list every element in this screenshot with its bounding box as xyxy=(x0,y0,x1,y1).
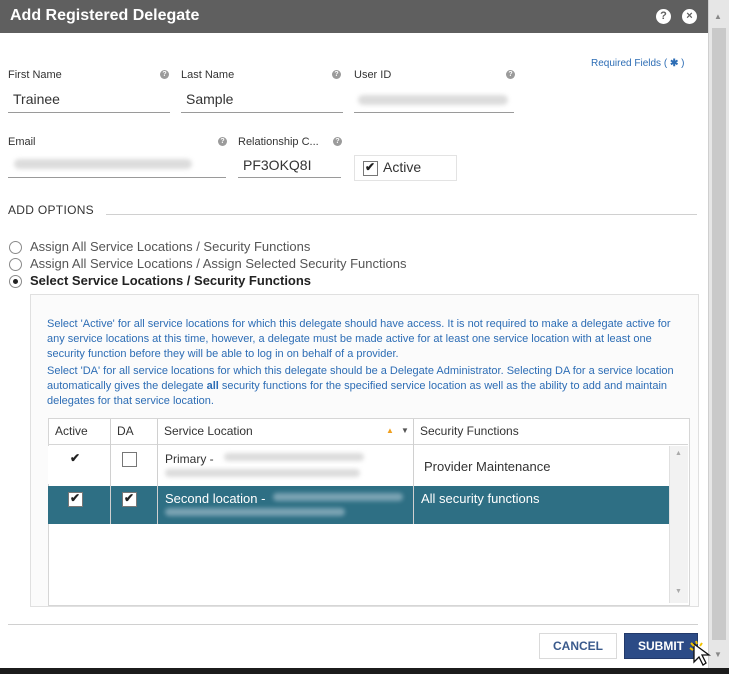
row-location-redacted xyxy=(224,453,364,461)
required-fields-note: Required Fields ( ✱ ) xyxy=(591,58,684,69)
column-header-da[interactable]: DA xyxy=(117,424,134,438)
scroll-down-icon[interactable]: ▼ xyxy=(714,650,722,659)
last-name-field[interactable]: Sample xyxy=(186,91,233,107)
column-divider xyxy=(413,419,414,524)
required-fields-label: Required Fields ( xyxy=(591,58,668,69)
row-security-functions: All security functions xyxy=(421,491,540,506)
check-icon: ✔ xyxy=(70,491,81,505)
grid-scroll-down-icon[interactable]: ▼ xyxy=(675,588,682,595)
last-name-underline xyxy=(181,112,343,113)
radio-assign-selected-functions[interactable] xyxy=(9,258,22,271)
first-name-label: First Name xyxy=(8,69,62,81)
email-underline xyxy=(8,177,226,178)
sort-ascending-icon[interactable]: ▲ xyxy=(386,426,394,435)
dialog: Add Registered Delegate ? × ▲ ▼ Required… xyxy=(0,0,729,674)
check-icon: ✔ xyxy=(124,491,135,505)
grid-header-divider xyxy=(48,444,688,445)
table-row-selected[interactable]: ✔ ✔ Second location - All security funct… xyxy=(48,486,669,524)
last-name-help-icon[interactable]: ? xyxy=(332,70,341,79)
submit-button[interactable]: SUBMIT xyxy=(624,633,698,659)
help-icon[interactable]: ? xyxy=(656,9,671,24)
filter-icon[interactable]: ▼ xyxy=(401,426,409,435)
check-icon: ✔ xyxy=(70,451,81,465)
column-header-active[interactable]: Active xyxy=(55,424,88,438)
last-name-label: Last Name xyxy=(181,69,235,81)
add-options-divider xyxy=(106,214,697,215)
info-da-text-bold: all xyxy=(206,380,219,392)
radio-select-locations-label[interactable]: Select Service Locations / Security Func… xyxy=(30,273,311,288)
email-help-icon[interactable]: ? xyxy=(218,137,227,146)
row-active-checkbox[interactable]: ✔ xyxy=(68,451,83,467)
active-checkbox-label: Active xyxy=(383,159,422,175)
dialog-title: Add Registered Delegate xyxy=(10,7,200,24)
add-options-heading: ADD OPTIONS xyxy=(8,203,94,217)
info-active-text: Select 'Active' for all service location… xyxy=(47,318,671,360)
column-header-service-location[interactable]: Service Location xyxy=(164,424,253,438)
first-name-underline xyxy=(8,112,170,113)
active-toggle[interactable]: ✔ Active xyxy=(354,155,457,181)
row-da-checkbox[interactable] xyxy=(122,452,137,467)
required-fields-close-paren: ) xyxy=(681,58,685,69)
check-icon: ✔ xyxy=(365,160,376,174)
first-name-field[interactable]: Trainee xyxy=(13,91,60,107)
row-active-checkbox[interactable]: ✔ xyxy=(68,491,83,507)
radio-assign-all[interactable] xyxy=(9,241,22,254)
radio-assign-selected-functions-label[interactable]: Assign All Service Locations / Assign Se… xyxy=(30,256,406,271)
scroll-up-icon[interactable]: ▲ xyxy=(714,12,722,21)
row-service-location: Primary - xyxy=(165,452,214,466)
scrollbar-thumb[interactable] xyxy=(712,28,726,640)
row-location-redacted-2 xyxy=(165,469,360,477)
relationship-code-label: Relationship C... xyxy=(238,136,319,148)
info-da-text: Select 'DA' for all service locations fo… xyxy=(47,364,687,409)
dialog-scrollbar[interactable]: ▲ ▼ xyxy=(708,0,729,668)
table-row[interactable]: ✔ Primary - Provider Maintenance xyxy=(48,446,668,484)
user-id-underline xyxy=(354,112,514,113)
column-header-security-functions[interactable]: Security Functions xyxy=(420,424,519,438)
radio-assign-all-label[interactable]: Assign All Service Locations / Security … xyxy=(30,239,310,254)
row-location-redacted xyxy=(273,493,403,501)
cancel-button[interactable]: CANCEL xyxy=(539,633,617,659)
required-star-icon: ✱ xyxy=(669,58,679,69)
row-da-checkbox[interactable]: ✔ xyxy=(122,491,137,507)
user-id-redacted xyxy=(358,95,508,105)
relationship-code-underline xyxy=(238,177,341,178)
window-bottom-edge xyxy=(0,668,729,674)
column-divider xyxy=(157,419,158,524)
active-checkbox[interactable]: ✔ xyxy=(363,160,378,176)
row-location-redacted-2 xyxy=(165,508,345,516)
column-divider xyxy=(110,419,111,524)
relationship-code-field[interactable]: PF3OKQ8I xyxy=(243,157,311,173)
footer-divider xyxy=(8,624,698,625)
user-id-label: User ID xyxy=(354,69,392,81)
title-bar: Add Registered Delegate ? × xyxy=(0,0,708,33)
row-service-location: Second location - xyxy=(165,491,266,506)
first-name-help-icon[interactable]: ? xyxy=(160,70,169,79)
row-security-functions: Provider Maintenance xyxy=(424,459,551,474)
grid-scroll-up-icon[interactable]: ▲ xyxy=(675,450,682,457)
email-redacted xyxy=(14,159,192,169)
radio-select-locations[interactable] xyxy=(9,275,22,288)
grid-scrollbar[interactable]: ▲ ▼ xyxy=(669,446,688,603)
radio-selected-dot xyxy=(13,279,18,284)
close-icon[interactable]: × xyxy=(682,9,697,24)
relationship-code-help-icon[interactable]: ? xyxy=(333,137,342,146)
email-label: Email xyxy=(8,136,36,148)
mouse-cursor-icon xyxy=(689,640,711,666)
user-id-help-icon[interactable]: ? xyxy=(506,70,515,79)
